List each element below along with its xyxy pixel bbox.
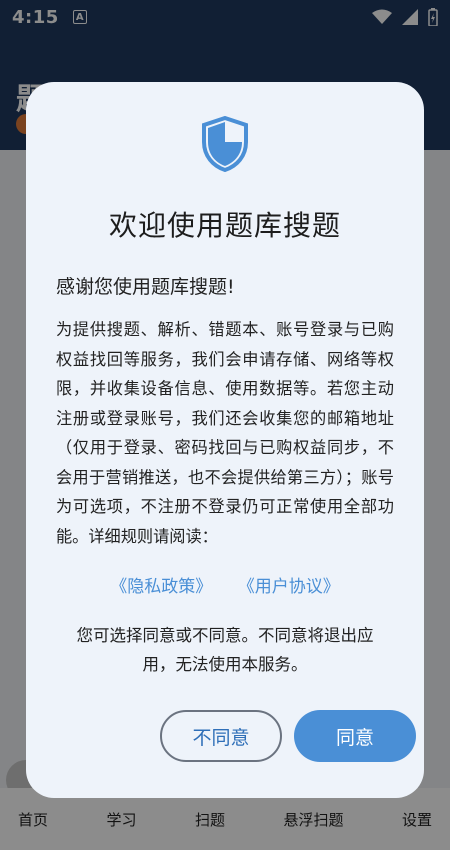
privacy-policy-link[interactable]: 《隐私政策》 — [110, 577, 212, 597]
dialog-body-text: 为提供搜题、解析、错题本、账号登录与已购权益找回等服务，我们会申请存储、网络等权… — [56, 320, 394, 546]
policy-links: 《隐私政策》 《用户协议》 — [26, 572, 424, 597]
shield-icon — [202, 116, 248, 172]
choice-note: 您可选择同意或不同意。不同意将退出应用，无法使用本服务。 — [76, 626, 374, 674]
dialog-title: 欢迎使用题库搜题 — [108, 209, 341, 242]
dialog-greeting: 感谢您使用题库搜题! — [56, 276, 235, 298]
privacy-dialog: 欢迎使用题库搜题 感谢您使用题库搜题! 为提供搜题、解析、错题本、账号登录与已购… — [26, 82, 424, 798]
decline-button[interactable]: 不同意 — [160, 710, 282, 762]
agree-button[interactable]: 同意 — [294, 710, 416, 762]
user-agreement-link[interactable]: 《用户协议》 — [238, 577, 340, 597]
